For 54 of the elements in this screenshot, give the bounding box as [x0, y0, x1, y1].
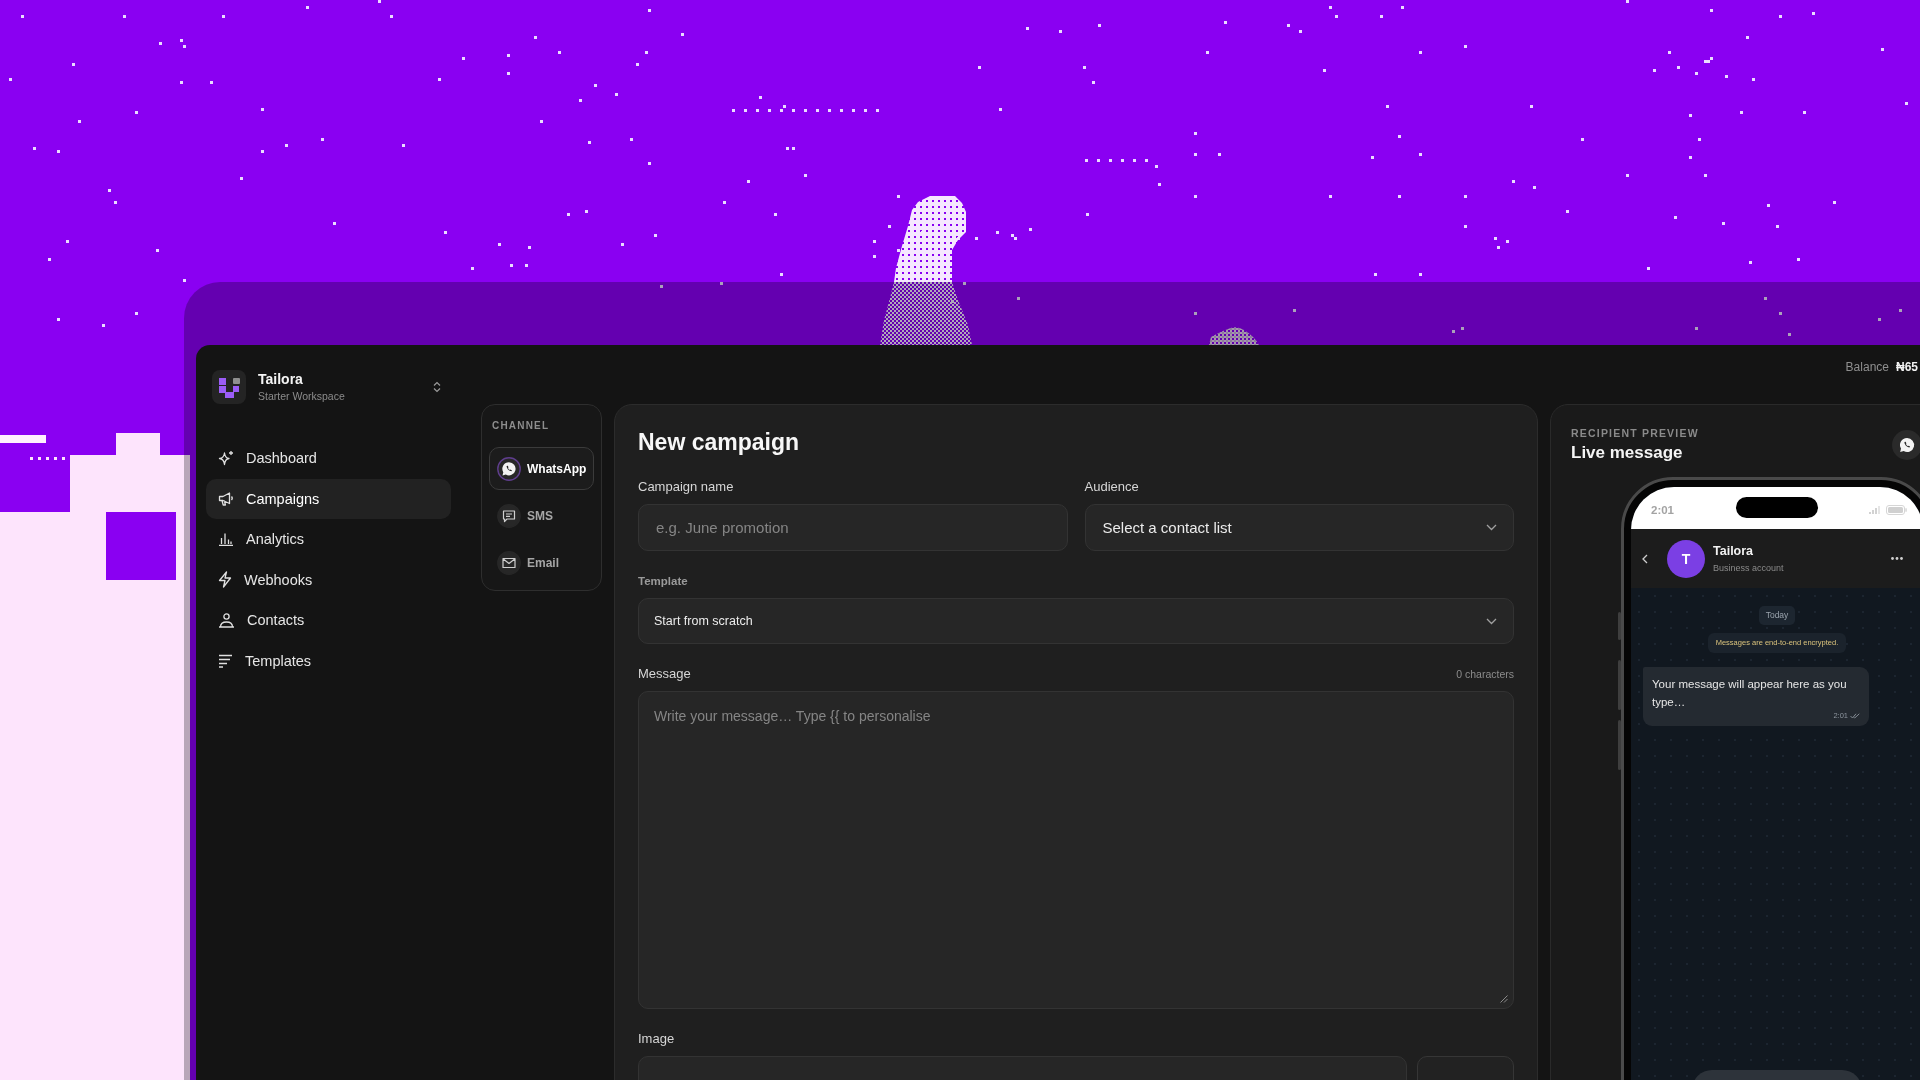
envelope-icon: [497, 550, 521, 575]
workspace-plan: Starter Workspace: [258, 389, 346, 403]
contact-avatar: T: [1667, 539, 1705, 578]
chevron-down-icon: [1486, 524, 1497, 531]
lightning-icon: [218, 571, 232, 589]
character-count: 0 characters: [1456, 667, 1514, 682]
megaphone-icon: [218, 490, 234, 507]
channel-option[interactable]: Email: [489, 541, 594, 584]
double-check-icon: [1850, 713, 1860, 719]
nav-item[interactable]: Campaigns: [206, 478, 451, 519]
section-eyebrow: RECIPIENT PREVIEW: [1571, 426, 1700, 440]
workspace-name: Tailora: [258, 371, 304, 388]
text-input-field[interactable]: e.g. June promotion: [638, 504, 1068, 551]
field-label: Message: [638, 666, 691, 682]
balance-value: ₦65: [1896, 360, 1918, 375]
channel-option[interactable]: WhatsApp: [489, 447, 594, 490]
lines-icon: [218, 653, 233, 668]
nav-item[interactable]: Templates: [206, 640, 451, 681]
field-label: Image: [638, 1031, 676, 1047]
message-textarea[interactable]: Write your message… Type {{ to personalise: [638, 691, 1514, 1009]
chevron-up-down-icon[interactable]: [433, 381, 441, 393]
chevron-down-icon: [1486, 617, 1497, 625]
pixel-dome-drawing: [1209, 327, 1259, 345]
nav-item[interactable]: Webhooks: [206, 559, 451, 600]
bar-chart-icon: [218, 532, 234, 547]
page-title: New campaign: [638, 428, 801, 457]
battery-icon: [1886, 505, 1907, 515]
back-chevron-icon[interactable]: [1642, 553, 1648, 564]
nav-item[interactable]: Analytics: [206, 519, 451, 560]
message-text: Your message will appear here as you type…: [1652, 677, 1848, 710]
camera-pill-icon: [1736, 497, 1818, 518]
dropdown-select[interactable]: Start from scratch: [638, 598, 1514, 644]
more-icon[interactable]: [1891, 557, 1903, 560]
date-chip: Today: [1758, 606, 1796, 625]
field-label: Campaign name: [638, 479, 735, 495]
balance-label: Balance: [1845, 360, 1889, 375]
signal-icon: [1869, 506, 1880, 514]
field-label: Template: [638, 574, 689, 589]
sparkle-icon: [218, 450, 234, 467]
field-label: Audience: [1084, 479, 1140, 495]
preview-title: Live message: [1571, 442, 1684, 464]
nav-item[interactable]: Contacts: [206, 600, 451, 641]
logo-icon: [212, 370, 246, 404]
chat-phone-icon: [497, 456, 521, 481]
section-eyebrow: CHANNEL: [492, 419, 551, 433]
status-time: 2:01: [1651, 503, 1675, 517]
nav-item[interactable]: Dashboard: [206, 438, 451, 479]
people-icon: [218, 612, 235, 628]
resize-handle-icon[interactable]: [1500, 995, 1508, 1003]
chat-bubble-icon: [497, 503, 521, 528]
dropdown-select[interactable]: Select a contact list: [1084, 504, 1514, 551]
channel-option[interactable]: SMS: [489, 494, 594, 537]
contact-name: Tailora: [1713, 543, 1754, 559]
contact-subtitle: Business account: [1713, 561, 1784, 574]
